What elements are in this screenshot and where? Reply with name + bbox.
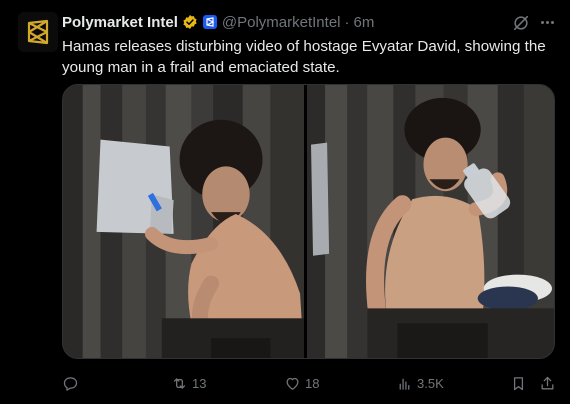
views-icon xyxy=(399,378,410,390)
avatar[interactable] xyxy=(18,12,58,52)
timestamp[interactable]: 6m xyxy=(354,14,375,31)
repost-count: 13 xyxy=(192,375,207,391)
affiliate-badge-icon xyxy=(202,15,217,29)
bookmark-button[interactable] xyxy=(510,372,527,394)
reply-icon xyxy=(63,376,78,391)
heart-icon xyxy=(286,377,299,390)
more-options-icon[interactable] xyxy=(538,13,556,31)
tweet-actions: 13 18 3.5K xyxy=(62,372,556,394)
grok-icon[interactable] xyxy=(512,14,530,32)
repost-icon xyxy=(173,377,186,389)
tweet-header: Polymarket Intel @PolymarketIntel · 6m xyxy=(62,12,560,32)
author-handle[interactable]: @PolymarketIntel xyxy=(222,14,341,31)
views-count: 3.5K xyxy=(417,375,444,391)
share-icon xyxy=(541,376,554,389)
like-button[interactable]: 18 xyxy=(284,372,319,394)
like-count: 18 xyxy=(305,375,320,391)
separator: · xyxy=(344,13,350,31)
bookmark-icon xyxy=(513,376,524,390)
verified-badge-icon xyxy=(183,15,197,29)
views-button[interactable]: 3.5K xyxy=(396,372,444,394)
media-grid xyxy=(62,84,555,359)
polymarket-logo-icon xyxy=(27,19,49,45)
reply-button[interactable] xyxy=(62,372,83,394)
author-name[interactable]: Polymarket Intel xyxy=(62,14,178,31)
tweet-text: Hamas releases disturbing video of hosta… xyxy=(62,38,546,76)
repost-button[interactable]: 13 xyxy=(171,372,206,394)
share-button[interactable] xyxy=(539,372,556,394)
hostage-writing-on-wall-photo[interactable] xyxy=(63,85,307,358)
hostage-drinking-water-photo[interactable] xyxy=(307,85,554,358)
